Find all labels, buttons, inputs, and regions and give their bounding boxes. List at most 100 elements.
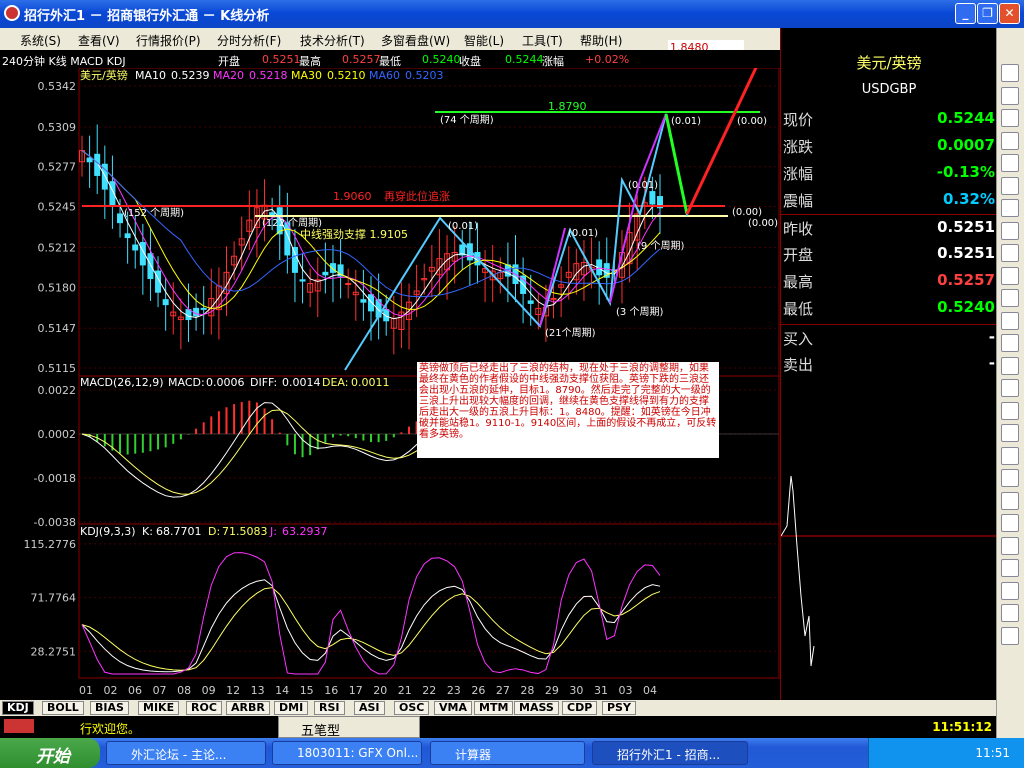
annotation-14: (0.00) [748, 218, 778, 229]
toolbar-icon[interactable] [1001, 266, 1019, 285]
tab-psy[interactable]: PSY [602, 701, 636, 715]
menu-timeshare[interactable]: 分时分析(F) [217, 32, 281, 49]
toolbar-icon[interactable] [1001, 109, 1019, 127]
dea-value: 0.0011 [351, 376, 390, 389]
annotation-3: 1.9060 [333, 190, 372, 203]
task-calculator[interactable]: 计算器 [430, 741, 585, 765]
toolbar-icon[interactable] [1001, 536, 1019, 555]
annotation-16: (3 个周期) [616, 306, 663, 318]
toolbar-icon[interactable] [1001, 401, 1019, 420]
toolbar-icon[interactable] [1001, 244, 1019, 262]
task-gfx[interactable]: 1803011: GFX Onl... [272, 741, 422, 765]
menu-technical[interactable]: 技术分析(T) [300, 32, 365, 49]
menu-tools[interactable]: 工具(T) [522, 32, 563, 49]
tab-rsi[interactable]: RSI [314, 701, 345, 715]
minimize-button[interactable]: _ [955, 3, 976, 24]
start-button[interactable]: 开始 [0, 738, 100, 768]
status-clock: 11:51:12 [932, 720, 992, 734]
toolbar-icon[interactable] [1001, 86, 1019, 105]
toolbar-icon[interactable] [1001, 379, 1019, 397]
tab-vma[interactable]: VMA [434, 701, 472, 715]
menu-smart[interactable]: 智能(L) [464, 32, 504, 49]
macd-value: 0.0006 [206, 376, 245, 389]
toolbar-icon[interactable] [1001, 154, 1019, 172]
tab-asi[interactable]: ASI [354, 701, 385, 715]
toolbar-icon[interactable] [1001, 199, 1019, 217]
toolbar-icon[interactable] [1001, 221, 1019, 240]
toolbar-icon[interactable] [1001, 559, 1019, 577]
x-tick: 21 [398, 684, 412, 697]
legend-ma20-value: 0.5218 [249, 69, 288, 82]
toolbar-icon[interactable] [1001, 334, 1019, 352]
tab-boll[interactable]: BOLL [42, 701, 84, 715]
candle-body [345, 283, 352, 286]
d-value: 71.5083 [222, 525, 268, 538]
annotation-13: (0.00) [732, 207, 762, 218]
toolbar-icon[interactable] [1001, 604, 1019, 622]
task-forum[interactable]: 外汇论坛 - 主论... [106, 741, 266, 765]
toolbar-icon[interactable] [1001, 64, 1019, 82]
candle-body [124, 233, 131, 239]
toolbar-icon[interactable] [1001, 356, 1019, 375]
ime-bar[interactable]: 五笔型 [278, 716, 420, 739]
task-trading-app[interactable]: 招行外汇1 - 招商... [592, 741, 748, 765]
tab-mtm[interactable]: MTM [474, 701, 514, 715]
tab-dmi[interactable]: DMI [274, 701, 309, 715]
toolbar-icon[interactable] [1001, 311, 1019, 330]
quote-label: 开盘 [783, 246, 814, 264]
tab-arbr[interactable]: ARBR [226, 701, 270, 715]
annotation-11: (0.01) [671, 116, 701, 127]
change-label: 涨幅 [542, 55, 564, 68]
status-bar: 行欢迎您。 五笔型 11:51:12 [0, 716, 996, 739]
task-trading-app-label: 招行外汇1 - 招商... [617, 748, 721, 762]
k-value: 68.7701 [156, 525, 202, 538]
quote-info-bar: 240分钟 K线 MACD KDJ 开盘 0.5251 最高 0.5257 最低… [0, 50, 780, 68]
toolbar-icon[interactable] [1001, 289, 1019, 307]
menu-help[interactable]: 帮助(H) [580, 32, 622, 49]
tab-mike[interactable]: MIKE [138, 701, 180, 715]
x-tick: 22 [422, 684, 436, 697]
toolbar-icon[interactable] [1001, 446, 1019, 465]
quote-row: 卖出 - [781, 351, 997, 377]
candle-body [193, 307, 200, 317]
main-legend: 美元/英镑 MA10 0.5239 MA20 0.5218 MA30 0.521… [80, 68, 444, 82]
quote-value: 0.5251 [937, 218, 995, 236]
close-button[interactable]: ✕ [999, 3, 1020, 24]
high-label: 最高 [299, 55, 321, 68]
x-tick: 23 [447, 684, 461, 697]
tab-bias[interactable]: BIAS [90, 701, 129, 715]
tab-kdj[interactable]: KDJ [2, 701, 34, 715]
app-icon [4, 5, 20, 21]
x-tick: 31 [594, 684, 608, 697]
toolbar-icon[interactable] [1001, 581, 1019, 600]
toolbar-icon[interactable] [1001, 424, 1019, 442]
toolbar-icon[interactable] [1001, 626, 1019, 645]
toolbar-icon[interactable] [1001, 491, 1019, 510]
menu-quotes[interactable]: 行情报价(P) [136, 32, 201, 49]
x-tick: 26 [471, 684, 485, 697]
restore-button[interactable]: ❐ [977, 3, 998, 24]
x-tick: 17 [349, 684, 363, 697]
diff-label: DIFF: [250, 376, 277, 389]
start-label: 开始 [36, 747, 70, 767]
tab-cdp[interactable]: CDP [562, 701, 598, 715]
menu-multiwindow[interactable]: 多窗看盘(W) [381, 32, 450, 49]
toolbar-icon[interactable] [1001, 514, 1019, 532]
menu-view[interactable]: 查看(V) [78, 32, 120, 49]
tab-roc[interactable]: ROC [186, 701, 222, 715]
low-label: 最低 [379, 55, 401, 68]
tab-osc[interactable]: OSC [394, 701, 430, 715]
main-y-tick: 0.5212 [38, 241, 77, 254]
k-label: K: [142, 525, 153, 538]
title-bar: 招行外汇1 － 招商银行外汇通 － K线分析 _ ❐ ✕ [0, 0, 1024, 28]
main-y-tick: 0.5277 [38, 161, 77, 174]
toolbar-icon[interactable] [1001, 131, 1019, 150]
menu-system[interactable]: 系统(S) [20, 32, 61, 49]
quote-value: 0.5251 [937, 244, 995, 262]
toolbar-icon[interactable] [1001, 176, 1019, 195]
quote-value: 0.0007 [937, 136, 995, 154]
toolbar-icon[interactable] [1001, 469, 1019, 487]
candle-body [291, 246, 298, 273]
candle-body [147, 253, 154, 280]
tab-mass[interactable]: MASS [514, 701, 559, 715]
